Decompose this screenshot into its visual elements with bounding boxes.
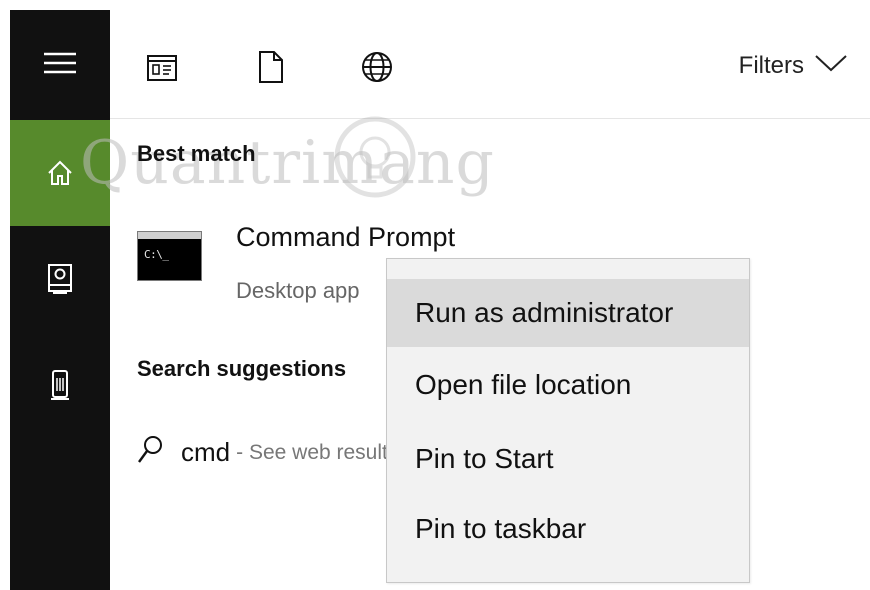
search-icon	[137, 435, 163, 470]
home-icon	[45, 158, 75, 188]
notebook-icon	[46, 263, 74, 295]
filters-button[interactable]: Filters	[739, 52, 848, 80]
document-icon[interactable]	[258, 50, 284, 89]
chevron-down-icon	[814, 52, 848, 80]
notebook-button[interactable]	[10, 226, 110, 332]
search-toolbar: Filters	[110, 10, 870, 119]
search-suggestions-heading: Search suggestions	[137, 356, 347, 381]
command-prompt-icon[interactable]: C:\_	[137, 231, 202, 281]
suggestion-item[interactable]: cmd - See web results	[137, 435, 398, 470]
menu-icon	[43, 51, 77, 75]
menu-item-pin-to-start[interactable]: Pin to Start	[387, 425, 749, 493]
best-match-heading: Best match	[137, 141, 256, 166]
menu-item-pin-to-taskbar[interactable]: Pin to taskbar	[387, 495, 749, 563]
left-rail	[10, 10, 110, 590]
menu-item-open-file-location[interactable]: Open file location	[387, 351, 749, 419]
tower-icon	[50, 369, 70, 401]
filters-label: Filters	[738, 52, 804, 79]
web-icon[interactable]	[360, 50, 394, 89]
menu-button[interactable]	[10, 10, 110, 116]
apps-icon[interactable]	[146, 54, 178, 87]
app-type: Desktop app	[236, 278, 360, 303]
suggestion-hint: - See web results	[236, 440, 399, 464]
app-name[interactable]: Command Prompt	[236, 222, 455, 253]
context-menu: Run as administrator Open file location …	[386, 258, 750, 583]
menu-item-run-as-administrator[interactable]: Run as administrator	[387, 279, 749, 347]
suggestion-term: cmd	[181, 437, 231, 467]
tower-button[interactable]	[10, 332, 110, 438]
